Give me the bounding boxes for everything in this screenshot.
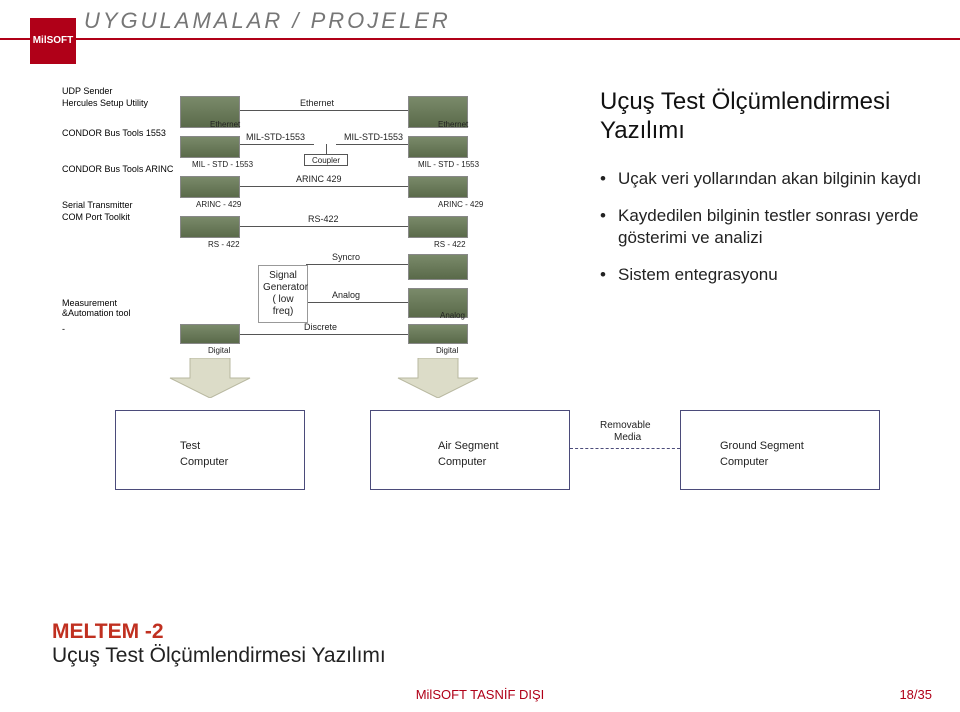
slide-header: UYGULAMALAR / PROJELER MilSOFT bbox=[0, 0, 960, 58]
footer-classification: MilSOFT TASNİF DIŞI bbox=[416, 687, 545, 702]
card-rs-right-label: RS - 422 bbox=[434, 240, 466, 249]
link-ethernet: Ethernet bbox=[300, 98, 334, 108]
link-mil-left: MIL-STD-1553 bbox=[246, 132, 305, 142]
tool-dash: - bbox=[62, 324, 65, 334]
bottom-title-sub: Uçuş Test Ölçümlendirmesi Yazılımı bbox=[52, 644, 386, 667]
card-arinc-right bbox=[408, 176, 468, 198]
tool-udp-sender: UDP Sender bbox=[62, 86, 112, 96]
link-mil-right: MIL-STD-1553 bbox=[344, 132, 403, 142]
siggen-line3: ( low freq) bbox=[263, 294, 303, 318]
bullet-2: Kaydedilen bilginin testler sonrası yerd… bbox=[600, 205, 930, 251]
bullet-1: Uçak veri yollarından akan bilginin kayd… bbox=[600, 168, 930, 191]
header-underline bbox=[0, 38, 960, 40]
card-mil-right-label: MIL - STD - 1553 bbox=[418, 160, 479, 169]
test-computer-label: Computer bbox=[180, 456, 228, 468]
link-arinc: ARINC 429 bbox=[296, 174, 342, 184]
air-segment-label: Air Segment bbox=[438, 440, 499, 452]
card-rs-left-label: RS - 422 bbox=[208, 240, 240, 249]
test-label: Test bbox=[180, 440, 200, 452]
coupler-tap bbox=[326, 144, 327, 154]
link-rs: RS-422 bbox=[308, 214, 339, 224]
tool-condor-1553: CONDOR Bus Tools 1553 bbox=[62, 128, 166, 138]
logo-box: MilSOFT bbox=[30, 18, 76, 64]
card-arinc-right-label: ARINC - 429 bbox=[438, 200, 483, 209]
link-syncro: Syncro bbox=[332, 252, 360, 262]
link-analog: Analog bbox=[332, 290, 360, 300]
siggen-line1: Signal bbox=[263, 270, 303, 282]
right-title: Uçuş Test Ölçümlendirmesi Yazılımı bbox=[600, 88, 930, 146]
bottom-title: MELTEM -2 Uçuş Test Ölçümlendirmesi Yazı… bbox=[52, 620, 386, 668]
arrow-air-segment bbox=[388, 358, 488, 398]
slide-header-title: UYGULAMALAR / PROJELER bbox=[84, 8, 451, 34]
card-digital-right-label: Digital bbox=[436, 346, 458, 355]
tool-condor-arinc: CONDOR Bus Tools ARINC bbox=[62, 164, 173, 174]
tool-hercules: Hercules Setup Utility bbox=[62, 98, 148, 108]
removable-media-link bbox=[570, 448, 680, 449]
logo-text: MilSOFT bbox=[33, 36, 74, 46]
card-analog-right-upper bbox=[408, 254, 468, 280]
card-ethernet-right-label: Ethernet bbox=[438, 120, 468, 129]
card-mil-left-label: MIL - STD - 1553 bbox=[192, 160, 253, 169]
link-discrete: Discrete bbox=[304, 322, 337, 332]
line-analog bbox=[306, 302, 408, 303]
siggen-line2: Generator bbox=[263, 282, 303, 294]
removable-label: Removable bbox=[600, 420, 651, 431]
right-panel: Uçuş Test Ölçümlendirmesi Yazılımı Uçak … bbox=[600, 88, 930, 301]
arrow-test-segment bbox=[160, 358, 260, 398]
card-arinc-left bbox=[180, 176, 240, 198]
tool-measurement: Measurement &Automation tool bbox=[62, 298, 142, 318]
line-mil-left bbox=[240, 144, 314, 145]
line-rs bbox=[240, 226, 408, 227]
card-digital-left bbox=[180, 324, 240, 344]
line-syncro bbox=[306, 264, 408, 265]
ground-computer-label: Computer bbox=[720, 456, 768, 468]
card-arinc-left-label: ARINC - 429 bbox=[196, 200, 241, 209]
card-digital-right bbox=[408, 324, 468, 344]
line-arinc bbox=[240, 186, 408, 187]
line-discrete bbox=[240, 334, 408, 335]
line-ethernet bbox=[240, 110, 408, 111]
card-mil-right bbox=[408, 136, 468, 158]
card-analog-right-label: Analog bbox=[440, 311, 465, 320]
test-computer-box bbox=[115, 410, 305, 490]
ground-segment-label: Ground Segment bbox=[720, 440, 804, 452]
bullet-3: Sistem entegrasyonu bbox=[600, 264, 930, 287]
tool-comport-toolkit: COM Port Toolkit bbox=[62, 212, 130, 222]
signal-generator: Signal Generator ( low freq) bbox=[258, 265, 308, 323]
card-rs-left bbox=[180, 216, 240, 238]
card-ethernet-left-label: Ethernet bbox=[210, 120, 240, 129]
card-rs-right bbox=[408, 216, 468, 238]
card-digital-left-label: Digital bbox=[208, 346, 230, 355]
media-label: Media bbox=[614, 432, 641, 443]
bottom-title-meltem: MELTEM -2 bbox=[52, 620, 164, 643]
card-mil-left bbox=[180, 136, 240, 158]
coupler-box: Coupler bbox=[304, 154, 348, 166]
line-mil-right bbox=[336, 144, 408, 145]
air-computer-label: Computer bbox=[438, 456, 486, 468]
footer-page-number: 18/35 bbox=[899, 687, 932, 702]
tool-serial-transmitter: Serial Transmitter bbox=[62, 200, 133, 210]
